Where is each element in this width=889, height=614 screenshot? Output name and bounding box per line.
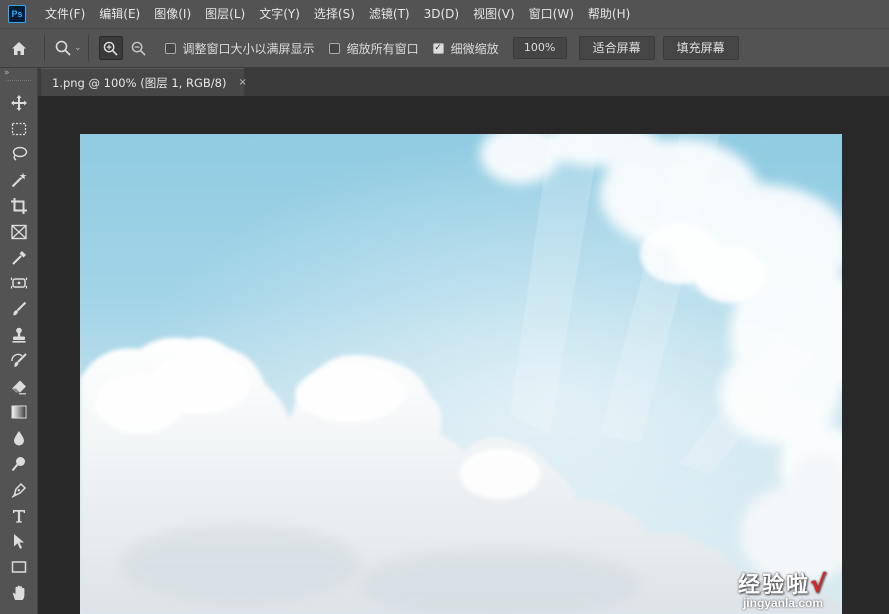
panel-grip[interactable] bbox=[6, 80, 31, 86]
menu-bar: Ps 文件(F) 编辑(E) 图像(I) 图层(L) 文字(Y) 选择(S) 滤… bbox=[0, 0, 889, 28]
fit-screen-button[interactable]: 适合屏幕 bbox=[578, 36, 655, 60]
scrubby-zoom-label: 细微缩放 bbox=[450, 41, 499, 56]
watermark-text: 经验啦 bbox=[737, 572, 810, 598]
home-button[interactable] bbox=[0, 29, 38, 67]
menu-filter[interactable]: 滤镜(T) bbox=[362, 0, 417, 28]
separator bbox=[87, 35, 89, 61]
menu-file[interactable]: 文件(F) bbox=[38, 0, 92, 28]
clone-stamp-tool-icon[interactable] bbox=[0, 322, 38, 348]
document-tab-bar: 1.png @ 100% (图层 1, RGB/8) × bbox=[38, 68, 889, 96]
crop-tool-icon[interactable] bbox=[0, 193, 38, 219]
scrubby-zoom-checkbox[interactable]: ✓ 细微缩放 bbox=[432, 40, 499, 57]
document-image[interactable]: 经验啦√ jingyanla.com bbox=[80, 134, 842, 614]
hand-tool-icon[interactable] bbox=[0, 580, 38, 606]
blur-tool-icon[interactable] bbox=[0, 425, 38, 451]
gradient-tool-icon[interactable] bbox=[0, 400, 38, 426]
healing-brush-tool-icon[interactable] bbox=[0, 271, 38, 297]
watermark-logo: 经验啦√ bbox=[738, 567, 828, 599]
zoom-out-icon bbox=[131, 41, 146, 56]
zoom-in-icon bbox=[103, 41, 118, 56]
marquee-tool-icon[interactable] bbox=[0, 116, 38, 142]
move-tool-icon[interactable] bbox=[0, 90, 38, 116]
home-icon bbox=[12, 41, 26, 55]
history-brush-tool-icon[interactable] bbox=[0, 348, 38, 374]
brush-tool-icon[interactable] bbox=[0, 296, 38, 322]
sky-cloud-photo bbox=[80, 134, 842, 614]
chevron-down-icon: ⌄ bbox=[74, 43, 82, 53]
menu-3d[interactable]: 3D(D) bbox=[417, 0, 466, 28]
menu-edit[interactable]: 编辑(E) bbox=[92, 0, 147, 28]
menu-select[interactable]: 选择(S) bbox=[307, 0, 362, 28]
separator bbox=[44, 35, 45, 61]
menu-type[interactable]: 文字(Y) bbox=[252, 0, 307, 28]
checkbox-box[interactable] bbox=[164, 42, 176, 54]
type-tool-icon[interactable] bbox=[0, 503, 38, 529]
document-tab-title: 1.png @ 100% (图层 1, RGB/8) bbox=[52, 75, 227, 90]
resize-windows-label: 调整窗口大小以满屏显示 bbox=[182, 41, 315, 56]
menu-layer[interactable]: 图层(L) bbox=[198, 0, 252, 28]
close-icon[interactable]: × bbox=[238, 77, 246, 88]
zoom-percentage-field[interactable]: 100% bbox=[512, 37, 567, 59]
resize-windows-checkbox[interactable]: 调整窗口大小以满屏显示 bbox=[164, 40, 315, 57]
zoom-in-button[interactable] bbox=[98, 36, 123, 60]
canvas-area[interactable]: 经验啦√ jingyanla.com bbox=[38, 96, 889, 614]
path-selection-tool-icon[interactable] bbox=[0, 529, 38, 555]
eraser-tool-icon[interactable] bbox=[0, 374, 38, 400]
zoom-out-button[interactable] bbox=[127, 36, 151, 60]
options-bar: ⌄ 调整窗口大小以满屏显示 缩放所有窗口 ✓ 细微缩放 100% 适合屏幕 填充… bbox=[0, 28, 889, 68]
menu-window[interactable]: 窗口(W) bbox=[522, 0, 581, 28]
menu-image[interactable]: 图像(I) bbox=[147, 0, 198, 28]
checkbox-box[interactable] bbox=[328, 42, 340, 54]
collapse-panel-icon[interactable]: » bbox=[0, 68, 37, 80]
photoshop-logo: Ps bbox=[8, 5, 26, 23]
pen-tool-icon[interactable] bbox=[0, 477, 38, 503]
fill-screen-button[interactable]: 填充屏幕 bbox=[662, 36, 739, 60]
eyedropper-tool-icon[interactable] bbox=[0, 245, 38, 271]
checkmark-icon[interactable]: ✓ bbox=[432, 42, 444, 54]
magic-wand-tool-icon[interactable] bbox=[0, 167, 38, 193]
rectangle-tool-icon[interactable] bbox=[0, 554, 38, 580]
frame-tool-icon[interactable] bbox=[0, 219, 38, 245]
document-tab[interactable]: 1.png @ 100% (图层 1, RGB/8) × bbox=[41, 68, 247, 96]
tools-panel: » bbox=[0, 68, 38, 614]
zoom-icon bbox=[55, 40, 71, 56]
menu-view[interactable]: 视图(V) bbox=[466, 0, 522, 28]
tool-preset-picker[interactable]: ⌄ bbox=[55, 35, 82, 61]
watermark-url: jingyanla.com bbox=[742, 596, 823, 610]
zoom-all-windows-checkbox[interactable]: 缩放所有窗口 bbox=[328, 40, 419, 57]
watermark-check: √ bbox=[809, 570, 828, 598]
menu-help[interactable]: 帮助(H) bbox=[581, 0, 637, 28]
lasso-tool-icon[interactable] bbox=[0, 142, 38, 168]
watermark: 经验啦√ jingyanla.com bbox=[738, 567, 828, 610]
zoom-all-windows-label: 缩放所有窗口 bbox=[346, 41, 419, 56]
dodge-tool-icon[interactable] bbox=[0, 451, 38, 477]
